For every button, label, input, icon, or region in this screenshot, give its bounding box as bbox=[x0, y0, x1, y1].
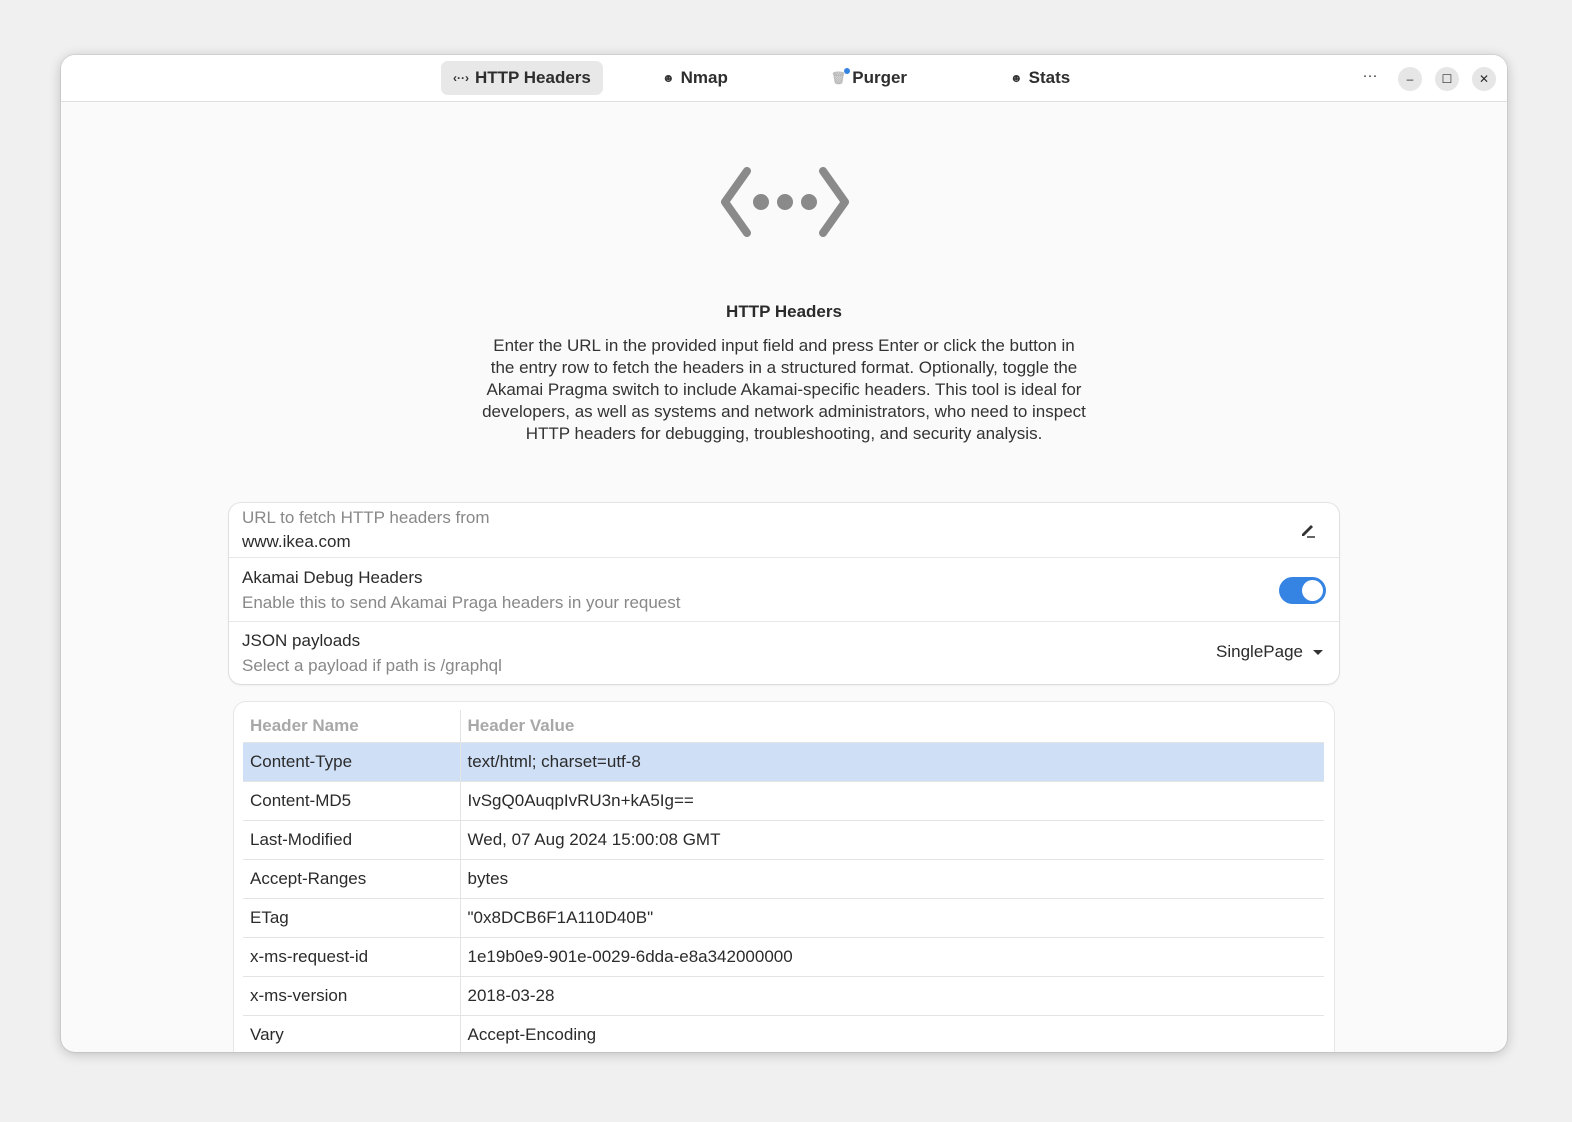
header-name-cell: Vary bbox=[243, 1014, 461, 1052]
akamai-debug-row: Akamai Debug Headers Enable this to send… bbox=[229, 558, 1339, 622]
tab-purger[interactable]: 🗑 Purger bbox=[819, 61, 919, 95]
header-name-cell: Last-Modified bbox=[243, 819, 461, 859]
header-name-cell: Content-MD5 bbox=[243, 780, 461, 820]
url-field-value[interactable]: www.ikea.com bbox=[242, 532, 351, 552]
akamai-debug-switch[interactable] bbox=[1279, 577, 1326, 604]
tab-label: Stats bbox=[1028, 68, 1071, 87]
json-payloads-subtitle: Select a payload if path is /graphql bbox=[242, 656, 502, 675]
url-field-label: URL to fetch HTTP headers from bbox=[242, 508, 490, 527]
akamai-debug-title: Akamai Debug Headers bbox=[242, 568, 423, 587]
table-row[interactable]: Accept-Ranges bytes bbox=[243, 858, 1324, 898]
dropdown-value: SinglePage bbox=[1216, 642, 1303, 661]
headers-table: Header Name Header Value Content-Type tex… bbox=[243, 710, 1324, 1052]
header-name-cell: x-ms-request-id bbox=[243, 936, 461, 976]
header-value-cell: Accept-Encoding bbox=[460, 1014, 1324, 1052]
minimize-button[interactable]: – bbox=[1398, 67, 1422, 91]
json-payloads-title: JSON payloads bbox=[242, 631, 361, 650]
url-entry-row[interactable]: URL to fetch HTTP headers from www.ikea.… bbox=[229, 503, 1339, 558]
table-row[interactable]: x-ms-version 2018-03-28 bbox=[243, 975, 1324, 1015]
headers-table-container: Header Name Header Value Content-Type tex… bbox=[234, 702, 1334, 1052]
switch-knob bbox=[1302, 580, 1323, 601]
json-payload-dropdown[interactable]: SinglePage bbox=[1216, 642, 1323, 662]
code-brackets-icon bbox=[721, 167, 849, 237]
nmap-icon: ☻ bbox=[662, 71, 675, 85]
header-name-cell: Accept-Ranges bbox=[243, 858, 461, 898]
header-name-cell: Content-Type bbox=[243, 741, 461, 781]
trash-icon: 🗑 bbox=[831, 68, 851, 85]
code-icon: ‹··› bbox=[453, 71, 469, 85]
header-value-cell: IvSgQ0AuqpIvRU3n+kA5Ig== bbox=[460, 780, 1324, 820]
page-title: HTTP Headers bbox=[726, 302, 842, 321]
chevron-down-icon bbox=[1313, 649, 1323, 655]
header-value-cell: "0x8DCB6F1A110D40B" bbox=[460, 897, 1324, 937]
tab-stats[interactable]: ☻ Stats bbox=[998, 61, 1082, 95]
header-name-cell: ETag bbox=[243, 897, 461, 937]
table-row[interactable]: ETag "0x8DCB6F1A110D40B" bbox=[243, 897, 1324, 937]
header-value-cell: text/html; charset=utf-8 bbox=[460, 741, 1324, 781]
column-header-name[interactable]: Header Name bbox=[243, 710, 461, 742]
table-row[interactable]: Content-Type text/html; charset=utf-8 bbox=[243, 741, 1324, 781]
header-name-cell: x-ms-version bbox=[243, 975, 461, 1015]
tab-label: Purger bbox=[852, 68, 908, 87]
tab-nmap[interactable]: ☻ Nmap bbox=[650, 61, 740, 95]
header-value-cell: 1e19b0e9-901e-0029-6dda-e8a342000000 bbox=[460, 936, 1324, 976]
main-menu-button[interactable]: ··· bbox=[1357, 67, 1383, 89]
header-value-cell: Wed, 07 Aug 2024 15:00:08 GMT bbox=[460, 819, 1324, 859]
maximize-button[interactable]: ☐ bbox=[1435, 67, 1459, 91]
table-row[interactable]: Last-Modified Wed, 07 Aug 2024 15:00:08 G… bbox=[243, 819, 1324, 859]
tab-label: Nmap bbox=[680, 68, 728, 87]
notification-badge bbox=[844, 68, 851, 74]
table-row[interactable]: x-ms-request-id 1e19b0e9-901e-0029-6dda-e… bbox=[243, 936, 1324, 976]
column-header-value[interactable]: Header Value bbox=[460, 710, 1324, 742]
header-value-cell: 2018-03-28 bbox=[460, 975, 1324, 1015]
table-header-row: Header Name Header Value bbox=[243, 710, 1324, 742]
tab-label: HTTP Headers bbox=[474, 68, 591, 87]
settings-card: URL to fetch HTTP headers from www.ikea.… bbox=[229, 503, 1339, 684]
tab-http-headers[interactable]: ‹··› HTTP Headers bbox=[441, 61, 603, 95]
json-payloads-row: JSON payloads Select a payload if path i… bbox=[229, 622, 1339, 684]
close-button[interactable]: ✕ bbox=[1472, 67, 1496, 91]
header-value-cell: bytes bbox=[460, 858, 1324, 898]
stats-icon: ☻ bbox=[1010, 71, 1023, 85]
header-bar: ‹··› HTTP Headers ☻ Nmap 🗑 Purger ☻ Stat… bbox=[61, 55, 1507, 102]
page-description: Enter the URL in the provided input fiel… bbox=[482, 336, 1086, 443]
edit-icon[interactable] bbox=[1299, 521, 1317, 539]
akamai-debug-subtitle: Enable this to send Akamai Praga headers… bbox=[242, 593, 681, 612]
table-row[interactable]: Vary Accept-Encoding bbox=[243, 1014, 1324, 1052]
app-window: ‹··› HTTP Headers ☻ Nmap 🗑 Purger ☻ Stat… bbox=[61, 55, 1507, 1052]
table-row[interactable]: Content-MD5 IvSgQ0AuqpIvRU3n+kA5Ig== bbox=[243, 780, 1324, 820]
